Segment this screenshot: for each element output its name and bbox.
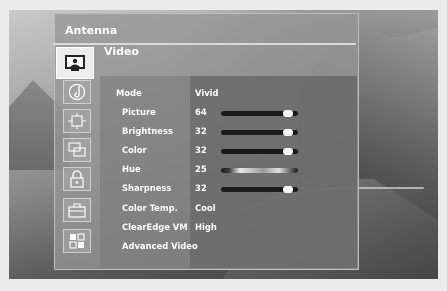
setting-value-color-temp[interactable]: Cool (195, 203, 216, 213)
sidebar-item-audio[interactable] (63, 80, 91, 104)
tv-frame: Antenna Video Mode Vivid Picture 64 Brig… (0, 0, 447, 291)
sidebar-item-display[interactable] (63, 109, 91, 133)
sidebar-item-features[interactable] (63, 229, 91, 253)
brightness-slider-knob[interactable] (283, 129, 294, 136)
sidebar-item-video[interactable] (56, 47, 94, 79)
setting-value-sharpness: 32 (195, 183, 207, 193)
color-slider[interactable] (221, 148, 298, 155)
setting-value-color: 32 (195, 145, 207, 155)
toolbox-icon (68, 203, 86, 218)
lock-icon (70, 170, 84, 188)
setting-label-clearedge-vm[interactable]: ClearEdge VM (122, 222, 188, 232)
sidebar-item-setup[interactable] (63, 198, 91, 222)
brightness-slider[interactable] (221, 129, 298, 136)
picture-slider-knob[interactable] (283, 110, 294, 117)
setting-label-mode[interactable]: Mode (116, 88, 142, 98)
page-title: Video (104, 45, 139, 58)
setting-label-sharpness[interactable]: Sharpness (122, 183, 171, 193)
sharpness-slider[interactable] (221, 186, 298, 193)
setting-value-brightness: 32 (195, 126, 207, 136)
music-note-icon (68, 83, 86, 101)
picture-slider[interactable] (221, 110, 298, 117)
picture-icon (65, 55, 85, 71)
setting-label-picture[interactable]: Picture (122, 107, 156, 117)
input-source-label: Antenna (65, 24, 118, 37)
header-divider (53, 43, 356, 45)
hue-slider[interactable] (221, 168, 298, 173)
pip-icon (68, 142, 86, 157)
setting-label-brightness[interactable]: Brightness (122, 126, 173, 136)
setting-label-hue[interactable]: Hue (122, 164, 141, 174)
sidebar-item-lock[interactable] (63, 167, 91, 191)
setting-value-hue: 25 (195, 164, 207, 174)
setting-label-color-temp[interactable]: Color Temp. (122, 203, 178, 213)
screen-adjust-icon (68, 113, 86, 129)
sharpness-slider-knob[interactable] (283, 186, 294, 193)
setting-value-picture: 64 (195, 107, 207, 117)
setting-value-mode[interactable]: Vivid (195, 88, 219, 98)
setting-label-color[interactable]: Color (122, 145, 147, 155)
setting-value-clearedge-vm[interactable]: High (195, 222, 217, 232)
color-slider-knob[interactable] (283, 148, 294, 155)
sidebar-item-pip[interactable] (63, 138, 91, 162)
grid-icon (69, 233, 85, 249)
setting-label-advanced-video[interactable]: Advanced Video (122, 241, 198, 251)
